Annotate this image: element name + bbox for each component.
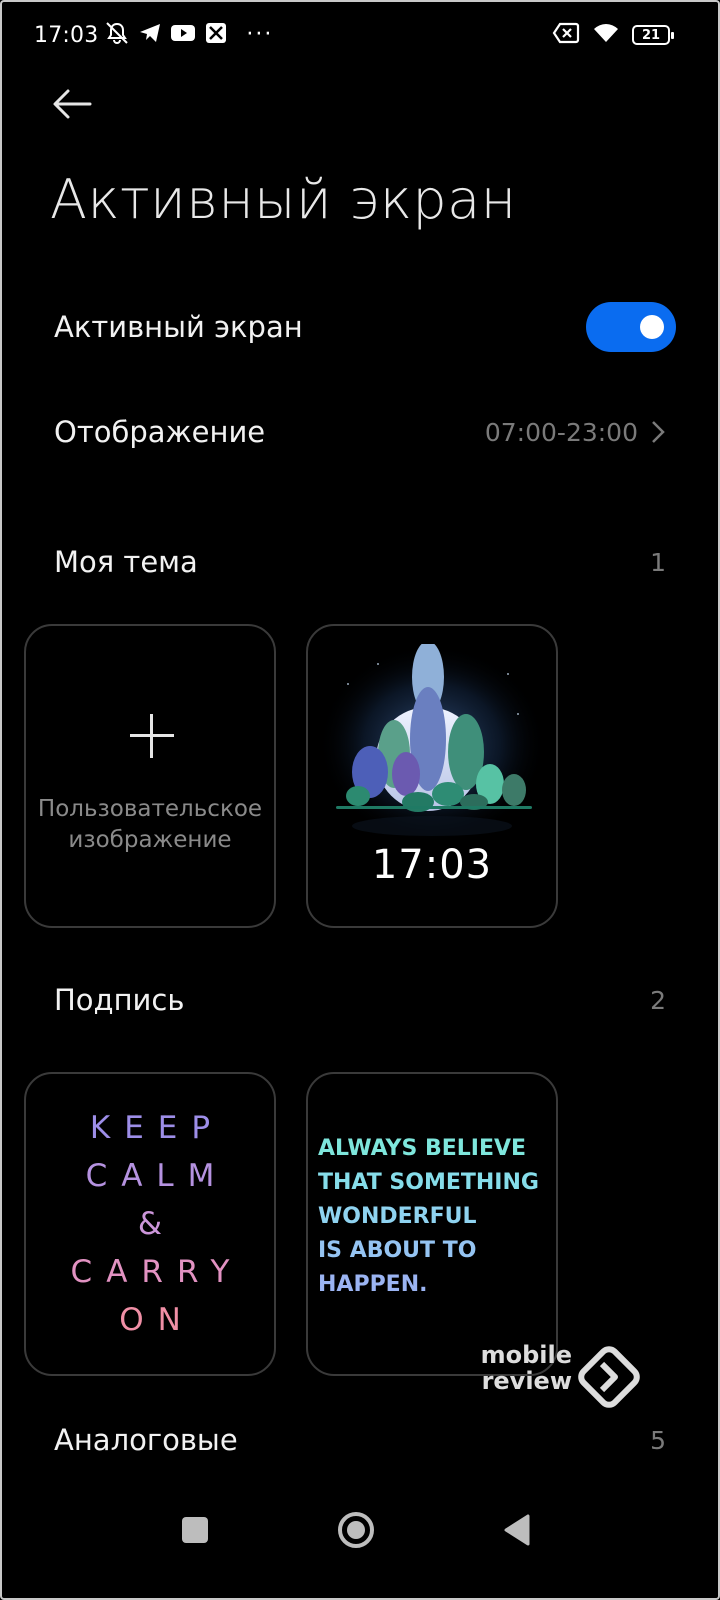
keep-calm-text: KEEP CALM & CARRY ON — [26, 1104, 274, 1344]
my-theme-header: Моя тема 1 — [54, 540, 666, 584]
always-believe-line: HAPPEN. — [318, 1272, 428, 1297]
watermark-line: review — [481, 1367, 572, 1395]
always-believe-line: IS ABOUT TO — [318, 1238, 477, 1263]
keep-calm-line: CALM — [85, 1158, 229, 1194]
section-title-my-theme: Моя тема — [54, 545, 198, 579]
active-screen-toggle[interactable] — [586, 302, 676, 352]
app-icon — [204, 21, 228, 49]
plus-icon — [130, 714, 174, 758]
status-bar: 17:03 ··· 21 — [34, 18, 674, 52]
more-notifications-icon: ··· — [246, 22, 274, 47]
sim-off-icon — [552, 22, 580, 48]
signature-card-keep-calm[interactable]: KEEP CALM & CARRY ON — [24, 1072, 276, 1376]
mute-icon — [104, 21, 130, 49]
keep-calm-line: KEEP — [89, 1110, 225, 1146]
always-believe-line: THAT SOMETHING — [318, 1170, 539, 1195]
section-title-analog: Аналоговые — [54, 1423, 238, 1457]
display-schedule-value: 07:00-23:00 — [484, 417, 638, 447]
forest-moon-image — [318, 644, 546, 844]
home-button[interactable] — [334, 1508, 378, 1552]
battery-level: 21 — [641, 27, 661, 43]
back-button[interactable] — [50, 86, 94, 122]
theme-card-forest[interactable]: 17:03 — [306, 624, 558, 928]
chevron-right-icon — [652, 421, 665, 443]
analog-header: Аналоговые 5 — [54, 1418, 666, 1462]
my-theme-count: 1 — [650, 547, 666, 577]
youtube-icon — [170, 23, 196, 47]
toggle-knob — [640, 315, 664, 339]
recents-button[interactable] — [173, 1508, 217, 1552]
home-circle-icon — [338, 1512, 374, 1548]
watermark-line: mobile — [480, 1341, 572, 1369]
section-title-signature: Подпись — [54, 983, 185, 1017]
back-triangle-icon — [504, 1514, 530, 1546]
page-title: Активный экран — [50, 168, 517, 231]
always-believe-line: ALWAYS BELIEVE — [318, 1136, 527, 1161]
battery-icon: 21 — [632, 25, 674, 45]
display-label: Отображение — [54, 415, 266, 449]
arrow-left-icon — [53, 89, 92, 119]
signature-count: 2 — [650, 985, 666, 1015]
theme-clock-time: 17:03 — [371, 842, 493, 888]
always-believe-text: ALWAYS BELIEVE THAT SOMETHING WONDERFUL … — [318, 1132, 539, 1302]
analog-count: 5 — [650, 1425, 666, 1455]
watermark-text: mobile review — [464, 1342, 572, 1394]
status-time: 17:03 — [34, 22, 99, 48]
navigation-bar — [0, 1500, 720, 1560]
keep-calm-line: CARRY — [70, 1254, 244, 1290]
active-screen-row[interactable]: Активный экран — [54, 298, 676, 356]
nav-back-button[interactable] — [496, 1508, 540, 1552]
active-screen-label: Активный экран — [54, 310, 303, 344]
mobile-review-watermark: mobile review — [464, 1342, 644, 1414]
add-custom-image-label: Пользовательское изображение — [37, 796, 263, 853]
wifi-icon — [592, 22, 620, 48]
always-believe-line: WONDERFUL — [318, 1204, 477, 1229]
recents-square-icon — [182, 1517, 208, 1543]
keep-calm-line: ON — [119, 1302, 195, 1338]
keep-calm-line: & — [137, 1206, 177, 1242]
add-custom-image-card[interactable]: Пользовательское изображение — [24, 624, 276, 928]
telegram-icon — [138, 22, 162, 48]
display-row[interactable]: Отображение 07:00-23:00 — [54, 410, 666, 454]
signature-header: Подпись 2 — [54, 978, 666, 1022]
signature-card-always-believe[interactable]: ALWAYS BELIEVE THAT SOMETHING WONDERFUL … — [306, 1072, 558, 1376]
watermark-logo-icon — [578, 1346, 640, 1408]
